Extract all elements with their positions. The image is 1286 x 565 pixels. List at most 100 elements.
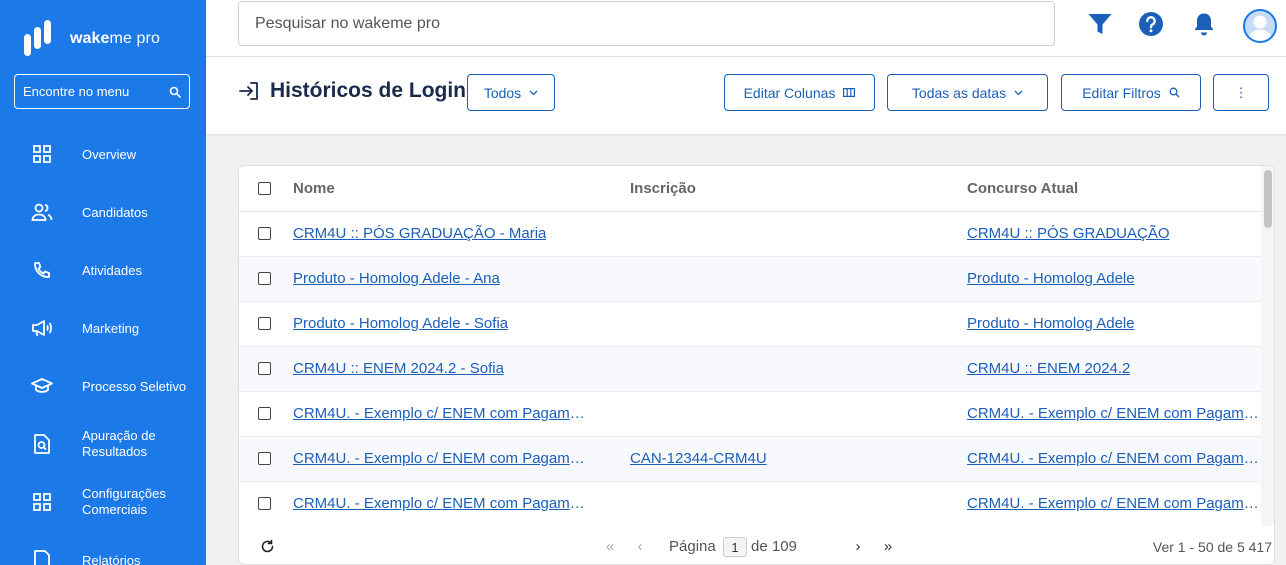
sidebar-item-label: Configurações Comerciais bbox=[82, 486, 166, 517]
search-icon bbox=[1169, 87, 1180, 98]
page-title: Históricos de Login bbox=[270, 79, 467, 102]
row-checkbox[interactable] bbox=[258, 227, 271, 240]
select-all-checkbox[interactable] bbox=[258, 182, 271, 195]
users-icon bbox=[31, 201, 53, 223]
chevron-down-icon bbox=[1014, 90, 1023, 96]
date-range-dropdown[interactable]: Todas as datas bbox=[887, 74, 1048, 111]
row-checkbox[interactable] bbox=[258, 317, 271, 330]
pagination-footer: « ‹ Página de 109 › » Ver 1 - 50 de 5 41… bbox=[239, 526, 1274, 564]
row-concurso-link[interactable]: CRM4U :: PÓS GRADUAÇÃO bbox=[967, 225, 1170, 242]
menu-search-input[interactable]: Encontre no menu bbox=[14, 74, 190, 109]
row-checkbox[interactable] bbox=[258, 497, 271, 510]
scrollbar-thumb[interactable] bbox=[1264, 170, 1272, 228]
row-checkbox[interactable] bbox=[258, 407, 271, 420]
row-checkbox[interactable] bbox=[258, 362, 271, 375]
table-header-row: Nome Inscrição Concurso Atual bbox=[239, 166, 1261, 212]
row-nome-link[interactable]: Produto - Homolog Adele - Ana bbox=[293, 270, 500, 287]
megaphone-icon bbox=[31, 317, 53, 339]
table-row: CRM4U :: ENEM 2024.2 - Sofia CRM4U :: EN… bbox=[239, 347, 1261, 392]
row-nome-link[interactable]: CRM4U :: ENEM 2024.2 - Sofia bbox=[293, 360, 504, 377]
search-icon bbox=[169, 86, 181, 98]
topbar bbox=[206, 0, 1286, 57]
row-nome-link[interactable]: CRM4U. - Exemplo c/ ENEM com Pagamento bbox=[293, 450, 585, 467]
sidebar-item-label: Atividades bbox=[82, 263, 142, 278]
sidebar-item-label: Relatórios bbox=[82, 553, 141, 565]
date-range-value: Todas as datas bbox=[911, 84, 1007, 101]
row-checkbox[interactable] bbox=[258, 452, 271, 465]
table-row: CRM4U. - Exemplo c/ ENEM com Pagamento C… bbox=[239, 392, 1261, 437]
sidebar-item-configuracoes-comerciais[interactable]: Configurações Comerciais bbox=[0, 486, 206, 518]
column-header-nome[interactable]: Nome bbox=[293, 180, 335, 197]
edit-filters-label: Editar Filtros bbox=[1082, 84, 1161, 101]
brand-name: wakeme pro bbox=[70, 30, 160, 47]
sidebar-item-atividades[interactable]: Atividades bbox=[0, 259, 206, 281]
sidebar-item-marketing[interactable]: Marketing bbox=[0, 317, 206, 339]
menu-search-placeholder: Encontre no menu bbox=[23, 84, 130, 99]
row-concurso-link[interactable]: Produto - Homolog Adele bbox=[967, 270, 1135, 287]
filter-select-dropdown[interactable]: Todos bbox=[467, 74, 555, 111]
table-row: CRM4U. - Exemplo c/ ENEM com Pagamento C… bbox=[239, 482, 1261, 527]
sidebar-item-candidatos[interactable]: Candidatos bbox=[0, 201, 206, 223]
refresh-button[interactable] bbox=[257, 536, 277, 556]
grid-icon bbox=[31, 143, 53, 165]
edit-columns-button[interactable]: Editar Colunas bbox=[724, 74, 875, 111]
row-concurso-link[interactable]: CRM4U. - Exemplo c/ ENEM com Pagamento bbox=[967, 405, 1259, 422]
edit-filters-button[interactable]: Editar Filtros bbox=[1061, 74, 1201, 111]
row-checkbox[interactable] bbox=[258, 272, 271, 285]
login-history-table: Nome Inscrição Concurso Atual CRM4U :: P… bbox=[238, 165, 1275, 565]
row-nome-link[interactable]: CRM4U :: PÓS GRADUAÇÃO - Maria bbox=[293, 225, 546, 242]
page-header: Históricos de Login Todos Editar Colunas… bbox=[206, 57, 1286, 134]
graduation-cap-icon bbox=[31, 375, 53, 397]
bell-icon[interactable] bbox=[1190, 10, 1218, 38]
filter-icon[interactable] bbox=[1086, 10, 1114, 38]
grid-icon bbox=[31, 491, 53, 513]
first-page-icon[interactable]: « bbox=[600, 536, 620, 556]
row-concurso-link[interactable]: CRM4U. - Exemplo c/ ENEM com Pagamento bbox=[967, 495, 1259, 512]
table-row: CRM4U. - Exemplo c/ ENEM com Pagamento C… bbox=[239, 437, 1261, 482]
sidebar-item-label: Overview bbox=[82, 147, 137, 162]
table-row: Produto - Homolog Adele - Ana Produto - … bbox=[239, 257, 1261, 302]
row-nome-link[interactable]: CRM4U. - Exemplo c/ ENEM com Pagamento bbox=[293, 405, 585, 422]
report-icon bbox=[31, 549, 53, 565]
prev-page-icon[interactable]: ‹ bbox=[630, 536, 650, 556]
sidebar-item-apuracao-resultados[interactable]: Apuração de Resultados bbox=[0, 428, 206, 460]
page-number-input[interactable] bbox=[723, 537, 747, 557]
avatar-icon[interactable] bbox=[1243, 9, 1277, 43]
sidebar-item-overview[interactable]: Overview bbox=[0, 143, 206, 165]
row-nome-link[interactable]: Produto - Homolog Adele - Sofia bbox=[293, 315, 508, 332]
help-icon[interactable] bbox=[1137, 10, 1165, 38]
row-inscricao-link[interactable]: CAN-12344-CRM4U bbox=[630, 450, 767, 467]
more-options-button[interactable]: ⋮ bbox=[1213, 74, 1269, 111]
row-concurso-link[interactable]: Produto - Homolog Adele bbox=[967, 315, 1135, 332]
global-search-input[interactable] bbox=[238, 1, 1055, 46]
next-page-icon[interactable]: › bbox=[848, 536, 868, 556]
edit-columns-label: Editar Colunas bbox=[743, 84, 836, 101]
table-scrollbar[interactable] bbox=[1261, 166, 1274, 526]
sidebar-item-label: Marketing bbox=[82, 321, 140, 336]
more-options-icon: ⋮ bbox=[1234, 84, 1248, 100]
page-label: Página bbox=[669, 538, 716, 555]
sidebar: wakeme pro Encontre no menu Overview Can… bbox=[0, 0, 206, 565]
row-nome-link[interactable]: CRM4U. - Exemplo c/ ENEM com Pagamento bbox=[293, 495, 585, 512]
column-header-concurso-atual[interactable]: Concurso Atual bbox=[967, 180, 1078, 197]
sidebar-item-processo-seletivo[interactable]: Processo Seletivo bbox=[0, 375, 206, 397]
view-count: Ver 1 - 50 de 5 417 bbox=[1152, 539, 1272, 555]
refresh-icon bbox=[261, 539, 273, 552]
sidebar-item-label: Apuração de Resultados bbox=[82, 428, 156, 459]
sidebar-item-relatorios[interactable]: Relatórios bbox=[0, 549, 206, 565]
page-total-label: de 109 bbox=[751, 538, 797, 555]
table-row: Produto - Homolog Adele - Sofia Produto … bbox=[239, 302, 1261, 347]
row-concurso-link[interactable]: CRM4U :: ENEM 2024.2 bbox=[967, 360, 1130, 377]
row-concurso-link[interactable]: CRM4U. - Exemplo c/ ENEM com Pagamento bbox=[967, 450, 1259, 467]
table-row: CRM4U :: PÓS GRADUAÇÃO - Maria CRM4U :: … bbox=[239, 212, 1261, 257]
login-icon bbox=[239, 82, 258, 100]
filter-select-value: Todos bbox=[483, 84, 522, 101]
page-title-group: Históricos de Login bbox=[238, 79, 466, 103]
columns-icon bbox=[843, 88, 856, 97]
column-header-inscricao[interactable]: Inscrição bbox=[630, 180, 696, 197]
sidebar-item-label: Candidatos bbox=[82, 205, 148, 220]
last-page-icon[interactable]: » bbox=[878, 536, 898, 556]
chevron-down-icon bbox=[529, 90, 538, 96]
brand-logo[interactable]: wakeme pro bbox=[22, 20, 160, 58]
phone-icon bbox=[31, 259, 53, 281]
